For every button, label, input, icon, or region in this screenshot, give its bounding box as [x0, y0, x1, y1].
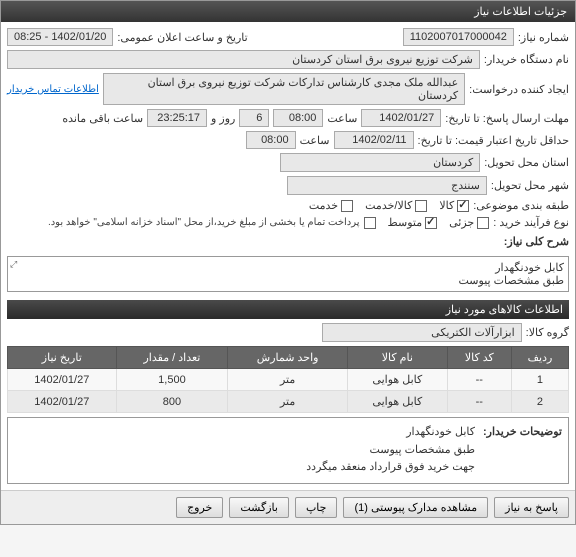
desc-textarea[interactable]: ⤢ کابل خودنگهدار طبق مشخصات پیوست [7, 256, 569, 292]
buyer-notes-text: کابل خودنگهدار طبق مشخصات پیوست جهت خرید… [306, 424, 475, 477]
checkbox-treasury[interactable] [364, 217, 376, 229]
label-khadmat: خدمت [309, 199, 338, 212]
treasury-note: پرداخت تمام یا بخشی از مبلغ خرید،از محل … [48, 217, 360, 228]
field-province: کردستان [280, 153, 480, 172]
label-kala: کالا [439, 199, 454, 212]
cell-name: کابل هوایی [348, 369, 448, 391]
contact-link[interactable]: اطلاعات تماس خریدار [7, 84, 99, 95]
cell-date: 1402/01/27 [8, 369, 117, 391]
label-remaining: ساعت باقی مانده [62, 112, 143, 125]
checkbox-low[interactable] [477, 217, 489, 229]
label-proc-type: نوع فرآیند خرید : [493, 216, 569, 229]
cell-unit: متر [228, 369, 348, 391]
cell-code: -- [447, 369, 511, 391]
desc-text: کابل خودنگهدار طبق مشخصات پیوست [459, 262, 565, 287]
field-group: ابزارآلات الکتریکی [322, 323, 522, 342]
back-button[interactable]: بازگشت [229, 497, 289, 518]
label-day-and: روز و [211, 112, 235, 125]
items-section-header: اطلاعات کالاهای مورد نیاز [7, 300, 569, 319]
field-creator: عبدالله ملک مجدی کارشناس تدارکات شرکت تو… [103, 73, 465, 105]
cell-name: کابل هوایی [348, 391, 448, 413]
label-city: شهر محل تحویل: [491, 179, 569, 192]
th-code: کد کالا [447, 347, 511, 369]
table-row[interactable]: 1 -- کابل هوایی متر 1,500 1402/01/27 [8, 369, 569, 391]
label-hour-2: ساعت [300, 134, 330, 147]
field-valid-date: 1402/02/11 [334, 131, 414, 149]
label-mid: متوسط [388, 216, 423, 229]
buyer-notes-box: توضیحات خریدار: کابل خودنگهدار طبق مشخصا… [7, 417, 569, 484]
expand-icon[interactable]: ⤢ [10, 259, 17, 270]
cell-qty: 1,500 [116, 369, 228, 391]
label-low: جزئی [449, 216, 474, 229]
field-deadline-date: 1402/01/27 [361, 109, 441, 127]
reply-button[interactable]: پاسخ به نیاز [494, 497, 569, 518]
print-button[interactable]: چاپ [295, 497, 338, 518]
label-creator: ایجاد کننده درخواست: [469, 83, 569, 96]
field-req-no: 1102007017000042 [403, 28, 514, 46]
checkbox-kala-khadamat[interactable] [415, 200, 427, 212]
label-pub-datetime: تاریخ و ساعت اعلان عمومی: [117, 31, 247, 44]
label-province: استان محل تحویل: [484, 156, 569, 169]
field-buyer-org: شرکت توزیع نیروی برق استان کردستان [7, 50, 480, 69]
label-kala-khadamat: کالا/خدمت [365, 199, 412, 212]
cell-idx: 2 [511, 391, 568, 413]
checkbox-mid[interactable] [425, 217, 437, 229]
field-valid-time: 08:00 [246, 131, 296, 149]
label-group: گروه کالا: [526, 326, 569, 339]
cell-qty: 800 [116, 391, 228, 413]
label-desc: شرح کلی نیاز: [504, 235, 569, 248]
cell-idx: 1 [511, 369, 568, 391]
label-category: طبقه بندی موضوعی: [473, 199, 569, 212]
checkbox-khadmat[interactable] [341, 200, 353, 212]
cell-date: 1402/01/27 [8, 391, 117, 413]
window-titlebar: جزئیات اطلاعات نیاز [1, 1, 575, 22]
attachments-button[interactable]: مشاهده مدارک پیوستی (1) [343, 497, 488, 518]
field-deadline-time: 08:00 [273, 109, 323, 127]
field-remain-time: 23:25:17 [147, 109, 207, 127]
checkbox-kala[interactable] [457, 200, 469, 212]
label-deadline: مهلت ارسال پاسخ: تا تاریخ: [445, 112, 569, 125]
th-unit: واحد شمارش [228, 347, 348, 369]
table-row[interactable]: 2 -- کابل هوایی متر 800 1402/01/27 [8, 391, 569, 413]
th-idx: ردیف [511, 347, 568, 369]
th-date: تاریخ نیاز [8, 347, 117, 369]
buyer-notes-label: توضیحات خریدار: [483, 424, 562, 477]
field-remain-days: 6 [239, 109, 269, 127]
th-name: نام کالا [348, 347, 448, 369]
field-city: سنندج [287, 176, 487, 195]
cell-code: -- [447, 391, 511, 413]
label-buyer-org: نام دستگاه خریدار: [484, 53, 569, 66]
cell-unit: متر [228, 391, 348, 413]
footer-buttons: پاسخ به نیاز مشاهده مدارک پیوستی (1) چاپ… [1, 490, 575, 524]
field-pub-datetime: 1402/01/20 - 08:25 [7, 28, 113, 46]
items-table: ردیف کد کالا نام کالا واحد شمارش تعداد /… [7, 346, 569, 413]
label-hour-1: ساعت [327, 112, 357, 125]
th-qty: تعداد / مقدار [116, 347, 228, 369]
exit-button[interactable]: خروج [176, 497, 223, 518]
label-valid-from: حداقل تاریخ اعتبار قیمت: تا تاریخ: [418, 134, 569, 147]
label-req-no: شماره نیاز: [518, 31, 569, 44]
